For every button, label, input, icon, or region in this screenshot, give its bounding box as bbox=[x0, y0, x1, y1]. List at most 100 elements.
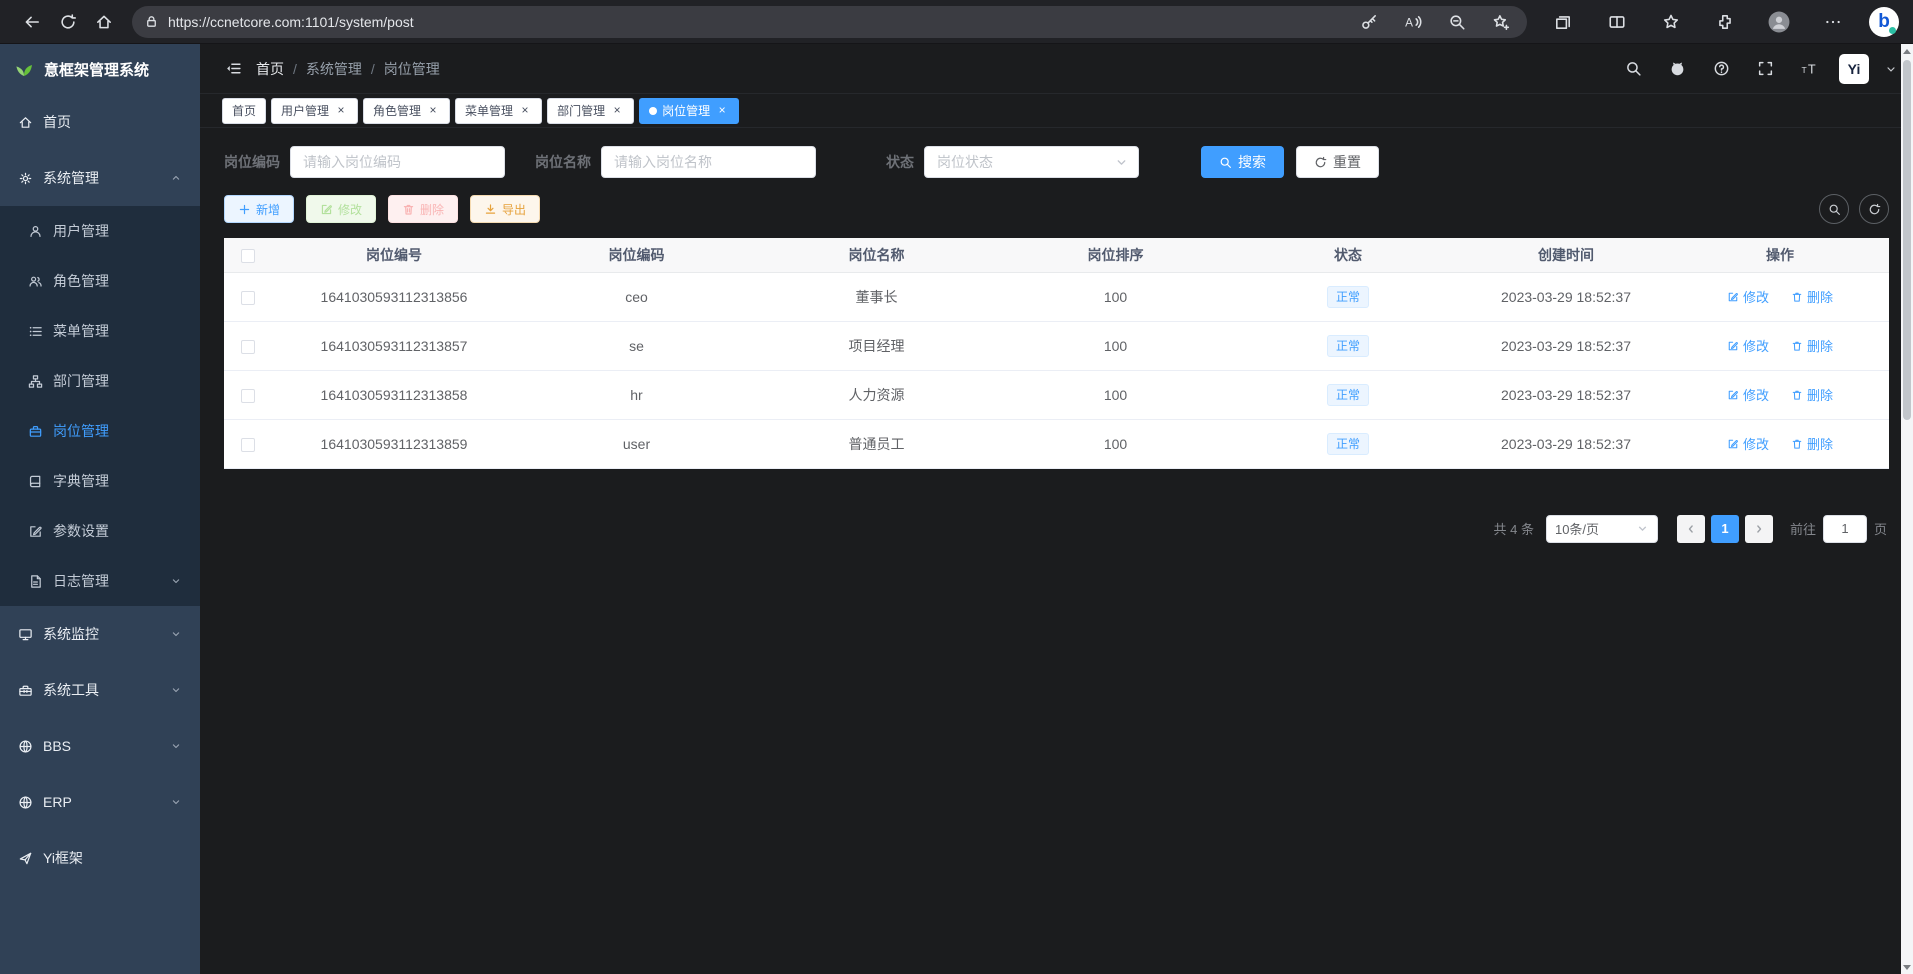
app-logo[interactable]: 意框架管理系统 bbox=[0, 44, 200, 94]
browser-menu-button[interactable] bbox=[1815, 5, 1851, 39]
read-aloud-button[interactable]: A bbox=[1399, 5, 1427, 39]
help-button[interactable] bbox=[1707, 55, 1735, 83]
page-1-button[interactable]: 1 bbox=[1711, 515, 1739, 543]
goto-page-input[interactable] bbox=[1823, 515, 1867, 543]
sidebar-item-post-management[interactable]: 岗位管理 bbox=[0, 406, 200, 456]
collapse-sidebar-button[interactable] bbox=[216, 52, 250, 86]
table-row[interactable]: 1641030593112313856 ceo 董事长 100 正常 2023-… bbox=[224, 272, 1889, 321]
post-code-input[interactable] bbox=[290, 146, 505, 178]
post-name-input[interactable] bbox=[601, 146, 816, 178]
row-edit-link[interactable]: 修改 bbox=[1727, 287, 1769, 306]
sidebar-item-erp[interactable]: ERP bbox=[0, 774, 200, 830]
star-icon bbox=[1662, 13, 1680, 31]
add-favorite-button[interactable] bbox=[1487, 5, 1515, 39]
favorites-button[interactable] bbox=[1653, 5, 1689, 39]
header-search-button[interactable] bbox=[1619, 55, 1647, 83]
sidebar-item-system-management[interactable]: 系统管理 bbox=[0, 150, 200, 206]
tab-user-management[interactable]: 用户管理 × bbox=[271, 98, 358, 124]
close-tab-icon[interactable]: × bbox=[715, 104, 729, 118]
close-tab-icon[interactable]: × bbox=[518, 104, 532, 118]
tab-role-management[interactable]: 角色管理× bbox=[363, 98, 450, 124]
breadcrumb-home[interactable]: 首页 bbox=[256, 59, 284, 79]
collections-button[interactable] bbox=[1545, 5, 1581, 39]
home-button[interactable] bbox=[86, 5, 122, 39]
refresh-button[interactable] bbox=[50, 5, 86, 39]
tab-home[interactable]: 首页 bbox=[222, 98, 266, 124]
sidebar-item-home[interactable]: 首页 bbox=[0, 94, 200, 150]
sidebar-item-dict-management[interactable]: 字典管理 bbox=[0, 456, 200, 506]
extensions-button[interactable] bbox=[1707, 5, 1743, 39]
sidebar-item-system-tools[interactable]: 系统工具 bbox=[0, 662, 200, 718]
menu-label: 部门管理 bbox=[53, 371, 109, 391]
add-button[interactable]: 新增 bbox=[224, 195, 294, 223]
column-header: 状态 bbox=[1235, 238, 1461, 272]
row-delete-link[interactable]: 删除 bbox=[1791, 287, 1833, 306]
row-checkbox[interactable] bbox=[241, 291, 255, 305]
delete-button[interactable]: 删除 bbox=[388, 195, 458, 223]
row-checkbox[interactable] bbox=[241, 340, 255, 354]
fullscreen-button[interactable] bbox=[1751, 55, 1779, 83]
status-select[interactable]: 岗位状态 bbox=[924, 146, 1139, 178]
monitor-icon bbox=[18, 627, 33, 642]
close-tab-icon[interactable]: × bbox=[426, 104, 440, 118]
external-link-icon bbox=[18, 851, 33, 866]
caret-down-icon[interactable] bbox=[1885, 63, 1897, 75]
back-button[interactable] bbox=[14, 5, 50, 39]
sidebar-item-bbs[interactable]: BBS bbox=[0, 718, 200, 774]
split-screen-button[interactable] bbox=[1599, 5, 1635, 39]
sidebar-item-menu-management[interactable]: 菜单管理 bbox=[0, 306, 200, 356]
reset-button[interactable]: 重置 bbox=[1296, 146, 1379, 178]
scrollbar-thumb[interactable] bbox=[1903, 60, 1911, 420]
refresh-table-button[interactable] bbox=[1859, 194, 1889, 224]
select-all-checkbox[interactable] bbox=[241, 249, 255, 263]
breadcrumb-system[interactable]: 系统管理 bbox=[306, 59, 362, 79]
sidebar-item-param-settings[interactable]: 参数设置 bbox=[0, 506, 200, 556]
row-delete-link[interactable]: 删除 bbox=[1791, 336, 1833, 355]
github-button[interactable] bbox=[1663, 55, 1691, 83]
table-row[interactable]: 1641030593112313859 user 普通员工 100 正常 202… bbox=[224, 419, 1889, 468]
row-delete-link[interactable]: 删除 bbox=[1791, 434, 1833, 453]
export-button[interactable]: 导出 bbox=[470, 195, 540, 223]
page-scrollbar[interactable] bbox=[1901, 44, 1913, 974]
sidebar-item-yi-framework[interactable]: Yi框架 bbox=[0, 830, 200, 886]
password-key-button[interactable] bbox=[1355, 5, 1383, 39]
modify-button[interactable]: 修改 bbox=[306, 195, 376, 223]
zoom-button[interactable] bbox=[1443, 5, 1471, 39]
row-edit-link[interactable]: 修改 bbox=[1727, 336, 1769, 355]
sidebar-item-system-monitor[interactable]: 系统监控 bbox=[0, 606, 200, 662]
row-checkbox[interactable] bbox=[241, 389, 255, 403]
post-name-label: 岗位名称 bbox=[535, 152, 591, 172]
row-delete-link[interactable]: 删除 bbox=[1791, 385, 1833, 404]
sidebar-item-user-management[interactable]: 用户管理 bbox=[0, 206, 200, 256]
tab-dept-management[interactable]: 部门管理× bbox=[547, 98, 634, 124]
scrollbar-up-arrow[interactable] bbox=[1901, 44, 1913, 58]
toggle-search-button[interactable] bbox=[1819, 194, 1849, 224]
tab-label: 用户管理 bbox=[281, 102, 329, 119]
sidebar-item-dept-management[interactable]: 部门管理 bbox=[0, 356, 200, 406]
close-tab-icon[interactable]: × bbox=[610, 104, 624, 118]
table-row[interactable]: 1641030593112313858 hr 人力资源 100 正常 2023-… bbox=[224, 370, 1889, 419]
next-page-button[interactable] bbox=[1745, 515, 1773, 543]
sidebar-item-role-management[interactable]: 角色管理 bbox=[0, 256, 200, 306]
scrollbar-down-arrow[interactable] bbox=[1901, 960, 1913, 974]
close-tab-icon[interactable]: × bbox=[334, 104, 348, 118]
row-edit-link[interactable]: 修改 bbox=[1727, 434, 1769, 453]
tab-menu-management[interactable]: 菜单管理× bbox=[455, 98, 542, 124]
row-edit-link[interactable]: 修改 bbox=[1727, 385, 1769, 404]
page-size-select[interactable]: 10条/页 bbox=[1546, 515, 1658, 543]
prev-page-button[interactable] bbox=[1677, 515, 1705, 543]
sidebar-item-log-management[interactable]: 日志管理 bbox=[0, 556, 200, 606]
search-button[interactable]: 搜索 bbox=[1201, 146, 1284, 178]
table-row[interactable]: 1641030593112313857 se 项目经理 100 正常 2023-… bbox=[224, 321, 1889, 370]
menu-label: 菜单管理 bbox=[53, 321, 109, 341]
row-checkbox[interactable] bbox=[241, 438, 255, 452]
profile-button[interactable] bbox=[1761, 5, 1797, 39]
font-size-button[interactable]: TT bbox=[1795, 55, 1823, 83]
user-avatar[interactable]: Yi bbox=[1839, 54, 1869, 84]
address-bar[interactable]: https://ccnetcore.com:1101/system/post A bbox=[132, 6, 1527, 38]
bing-copilot-button[interactable]: b bbox=[1869, 7, 1899, 37]
menu-label: 字典管理 bbox=[53, 471, 109, 491]
sidebar-menu: 首页 系统管理 用户管理 角色管理 bbox=[0, 94, 200, 886]
tab-post-management[interactable]: 岗位管理× bbox=[639, 98, 739, 124]
menu-list-icon bbox=[28, 324, 43, 339]
